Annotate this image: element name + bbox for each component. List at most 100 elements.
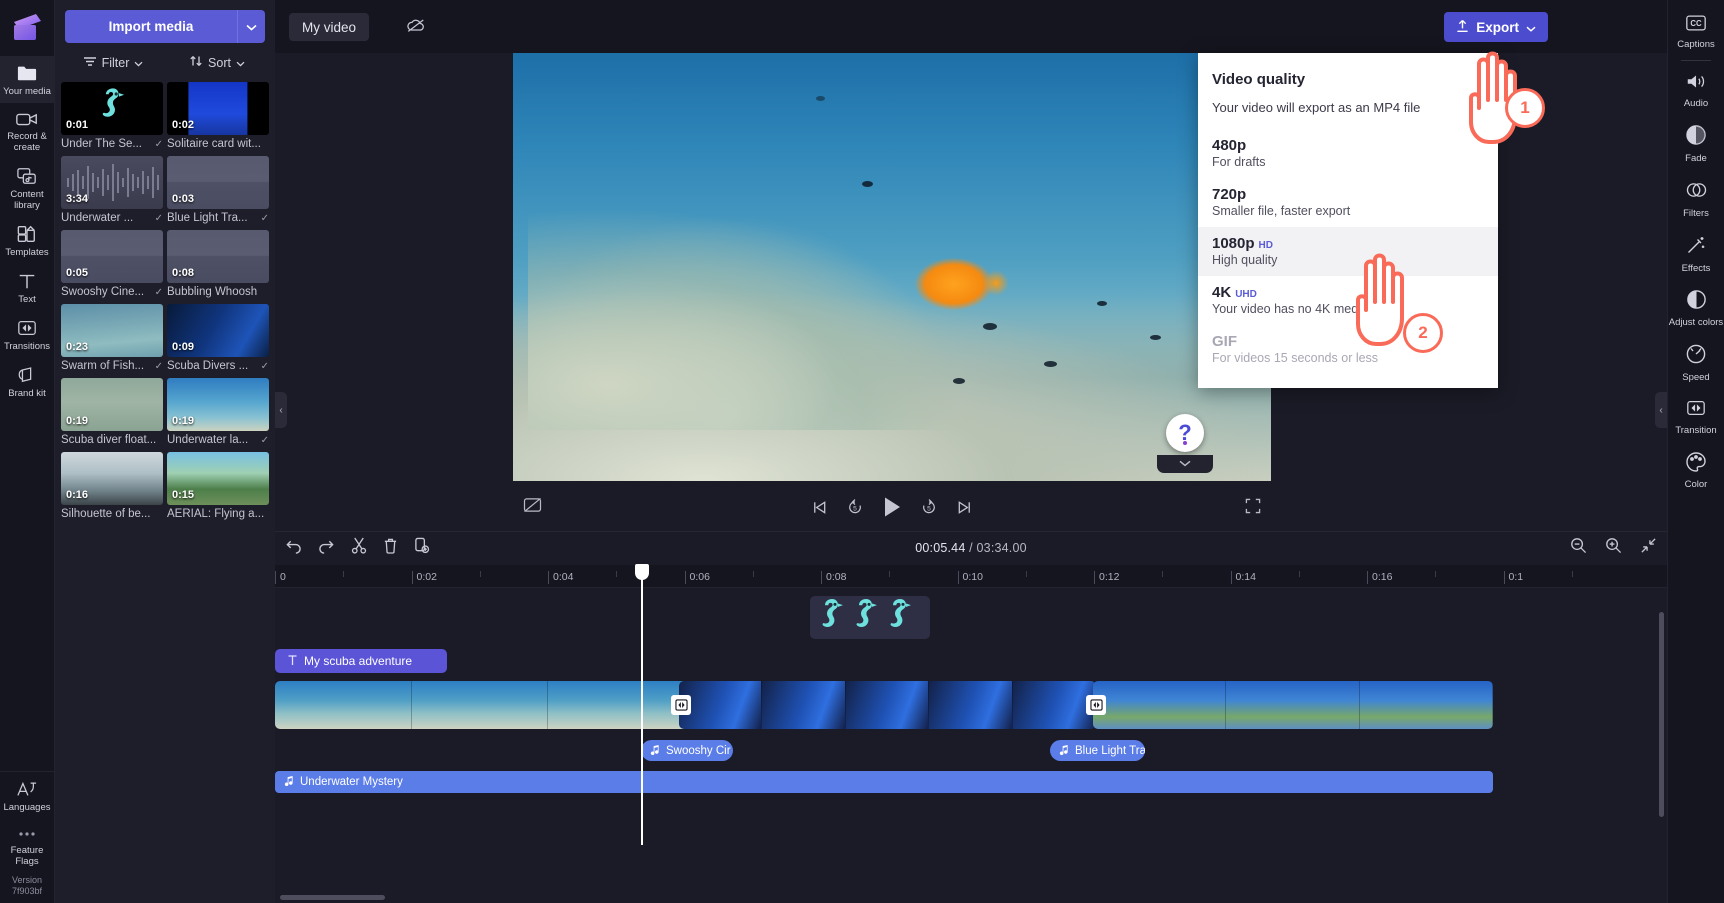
help-button[interactable]: ? — [1166, 414, 1204, 452]
right-item-filters[interactable]: Filters — [1668, 171, 1724, 226]
export-option-tag: HD — [1258, 240, 1273, 251]
export-option-4k[interactable]: 4K UHD Your video has no 4K media — [1198, 276, 1498, 325]
sidebar-item-your-media[interactable]: Your media — [0, 56, 54, 103]
media-item[interactable]: 0:23 Swarm of Fish... ✓ — [61, 304, 163, 372]
sidebar-item-transitions[interactable]: Transitions — [0, 311, 54, 358]
audio-clip-underwater-mystery[interactable]: Underwater Mystery — [275, 771, 1493, 793]
upload-arrow-icon — [1456, 19, 1469, 36]
media-thumbnail[interactable]: 0:19 — [167, 378, 269, 431]
media-item[interactable]: 3:34 Underwater ... ✓ — [61, 156, 163, 224]
track-stickers[interactable] — [275, 588, 1667, 644]
timeline-horizontal-scrollbar[interactable] — [280, 895, 385, 900]
zoom-in-button[interactable] — [1605, 537, 1622, 554]
media-item[interactable]: 0:19 Scuba diver float... — [61, 378, 163, 446]
skip-to-end-button[interactable] — [956, 499, 973, 516]
media-item[interactable]: 0:16 Silhouette of be... — [61, 452, 163, 520]
rewind-5-button[interactable]: 5 — [846, 498, 864, 516]
track-video[interactable] — [275, 678, 1667, 734]
media-thumbnail[interactable]: 0:19 — [61, 378, 163, 431]
filmstrip-frame — [275, 681, 412, 729]
right-item-fade[interactable]: Fade — [1668, 116, 1724, 171]
media-thumbnail[interactable]: 0:16 — [61, 452, 163, 505]
fit-to-screen-button[interactable] — [1640, 537, 1657, 554]
media-thumbnail[interactable]: 3:34 — [61, 156, 163, 209]
video-clip-divers[interactable] — [679, 681, 1096, 729]
media-thumbnail[interactable]: 0:02 — [167, 82, 269, 135]
media-item[interactable]: 0:08 Bubbling Whoosh — [167, 230, 269, 298]
transition-marker-1[interactable] — [671, 695, 691, 715]
sidebar-item-brand-kit[interactable]: Brand kit — [0, 358, 54, 405]
video-clip-school[interactable] — [1093, 681, 1493, 729]
media-thumbnail[interactable]: 0:09 — [167, 304, 269, 357]
export-option-desc: High quality — [1212, 253, 1278, 267]
media-item[interactable]: 0:19 Underwater la... ✓ — [167, 378, 269, 446]
media-thumbnail[interactable]: 0:01 — [61, 82, 163, 135]
collapse-left-panel-button[interactable]: ‹ — [275, 392, 287, 428]
media-caption: Bubbling Whoosh — [167, 286, 269, 298]
media-thumbnail[interactable]: 0:15 — [167, 452, 269, 505]
transition-marker-2[interactable] — [1086, 695, 1106, 715]
text-clip[interactable]: My scuba adventure — [275, 649, 447, 673]
media-item[interactable]: 0:02 Solitaire card wit... — [167, 82, 269, 150]
right-item-label: Captions — [1677, 39, 1715, 50]
ruler-tick: 0:04 — [548, 571, 573, 584]
sidebar-item-content-library[interactable]: Content library — [0, 159, 54, 217]
video-preview[interactable] — [513, 53, 1271, 481]
media-thumbnail[interactable]: 0:05 — [61, 230, 163, 283]
import-media-dropdown-button[interactable] — [237, 10, 265, 43]
skip-to-start-button[interactable] — [811, 499, 828, 516]
track-text[interactable]: My scuba adventure — [275, 644, 1667, 678]
ruler-tick-minor — [1298, 571, 1304, 577]
export-option-480p[interactable]: 480p For drafts — [1198, 129, 1498, 178]
right-item-audio[interactable]: Audio — [1668, 64, 1724, 116]
zoom-out-button[interactable] — [1570, 537, 1587, 554]
right-item-speed[interactable]: Speed — [1668, 335, 1724, 390]
audio-clip-bluelight[interactable]: Blue Light Tra — [1050, 740, 1145, 761]
export-option-1080p[interactable]: 1080p HD High quality — [1198, 227, 1498, 276]
svg-text:5: 5 — [853, 505, 857, 512]
right-item-effects[interactable]: Effects — [1668, 226, 1724, 281]
media-item[interactable]: 0:01 Under The Se... ✓ — [61, 82, 163, 150]
sidebar-item-languages[interactable]: Languages — [0, 772, 54, 819]
sticker-clip[interactable] — [810, 596, 930, 639]
sidebar-item-feature-flags[interactable]: Feature Flags — [0, 819, 54, 873]
ruler-tick: 0:12 — [1094, 571, 1119, 584]
media-item[interactable]: 0:09 Scuba Divers ... ✓ — [167, 304, 269, 372]
export-option-720p[interactable]: 720p Smaller file, faster export — [1198, 178, 1498, 227]
media-item[interactable]: 0:15 AERIAL: Flying a... — [167, 452, 269, 520]
timeline-vertical-scrollbar[interactable] — [1659, 612, 1664, 817]
export-button[interactable]: Export — [1444, 12, 1548, 42]
media-thumbnail[interactable]: 0:08 — [167, 230, 269, 283]
cloud-status-button[interactable] — [401, 13, 431, 41]
ruler-tick-minor — [343, 571, 348, 577]
ruler-tick: 0:06 — [684, 571, 710, 584]
right-item-label: Speed — [1682, 372, 1710, 383]
right-item-adjust-colors[interactable]: Adjust colors — [1668, 281, 1724, 335]
media-name: Swarm of Fish... — [61, 360, 145, 372]
project-tab[interactable]: My video — [289, 13, 370, 41]
audio-clip-swooshy[interactable]: Swooshy Cir — [641, 740, 733, 761]
sidebar-item-templates[interactable]: Templates — [0, 217, 54, 264]
sidebar-item-text[interactable]: Text — [0, 264, 54, 311]
collapse-right-panel-button[interactable]: ‹ — [1655, 392, 1667, 428]
export-option-gif[interactable]: GIF For videos 15 seconds or less — [1198, 325, 1498, 374]
media-caption: Swooshy Cine... ✓ — [61, 286, 163, 298]
filter-button[interactable]: Filter — [61, 51, 165, 74]
collapse-preview-button[interactable] — [1157, 455, 1213, 473]
media-item[interactable]: 0:05 Swooshy Cine... ✓ — [61, 230, 163, 298]
timeline-ruler[interactable]: 0 0:02 0:04 0:06 0:08 0:10 0:12 0:14 0:16 0:1 — [275, 565, 1667, 588]
play-button[interactable] — [882, 496, 902, 518]
track-audio-chips[interactable]: Swooshy Cir Blue Light Tra — [275, 734, 1667, 767]
sidebar-item-record-create[interactable]: Record & create — [0, 103, 54, 159]
media-item[interactable]: 0:03 Blue Light Tra... ✓ — [167, 156, 269, 224]
sort-button[interactable]: Sort — [165, 51, 269, 74]
right-item-color[interactable]: Color — [1668, 443, 1724, 497]
track-music[interactable]: Underwater Mystery — [275, 767, 1667, 797]
right-item-transition[interactable]: Transition — [1668, 390, 1724, 443]
right-item-captions[interactable]: CC Captions — [1668, 6, 1724, 57]
fullscreen-button[interactable] — [1245, 498, 1261, 517]
media-thumbnail[interactable]: 0:03 — [167, 156, 269, 209]
forward-5-button[interactable]: 5 — [920, 498, 938, 516]
media-thumbnail[interactable]: 0:23 — [61, 304, 163, 357]
import-media-button[interactable]: Import media — [65, 10, 237, 43]
